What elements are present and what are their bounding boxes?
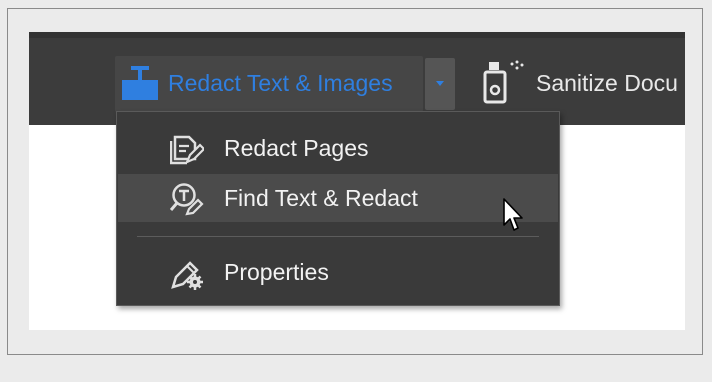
menu-item-properties[interactable]: Properties xyxy=(118,248,558,296)
sanitize-document-button[interactable]: Sanitize Docu xyxy=(536,70,678,97)
toolbar-top-edge xyxy=(29,32,685,38)
menu-item-find-text-redact[interactable]: Find Text & Redact xyxy=(118,174,558,222)
redact-text-images-label: Redact Text & Images xyxy=(168,70,393,96)
chevron-down-icon xyxy=(436,81,444,86)
redact-pages-icon xyxy=(170,135,204,165)
redact-dropdown-button[interactable] xyxy=(425,58,455,110)
menu-item-redact-pages[interactable]: Redact Pages xyxy=(118,124,558,172)
redact-dropdown-menu: Redact Pages Find Text & Redact Properti… xyxy=(116,111,560,306)
menu-item-label: Properties xyxy=(224,259,329,285)
menu-item-label: Find Text & Redact xyxy=(224,185,418,211)
properties-icon xyxy=(171,261,203,290)
spray-bottle-icon xyxy=(483,60,524,104)
menu-item-label: Redact Pages xyxy=(224,135,369,161)
menu-separator xyxy=(137,236,539,237)
redact-text-images-button[interactable]: Redact Text & Images xyxy=(115,56,423,112)
mouse-pointer-icon xyxy=(503,198,523,231)
find-text-redact-icon xyxy=(170,183,204,216)
redact-icon xyxy=(122,66,158,100)
